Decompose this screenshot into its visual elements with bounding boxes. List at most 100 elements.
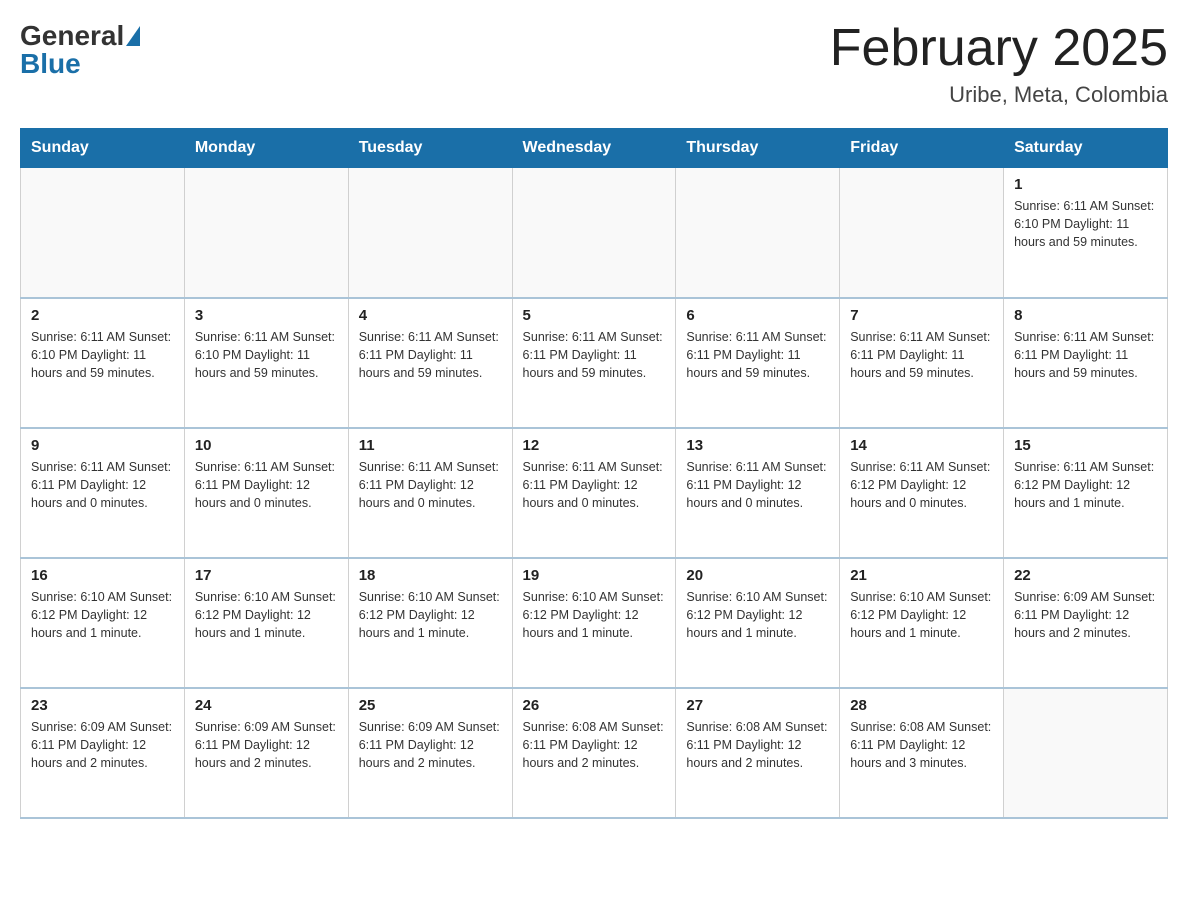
logo-blue-text: Blue [20,48,81,80]
day-info: Sunrise: 6:11 AM Sunset: 6:12 PM Dayligh… [1014,458,1157,512]
calendar-cell: 11 Sunrise: 6:11 AM Sunset: 6:11 PM Dayli… [348,428,512,558]
day-number: 1 [1014,176,1157,193]
calendar-cell: 7 Sunrise: 6:11 AM Sunset: 6:11 PM Daylig… [840,298,1004,428]
calendar-cell: 3 Sunrise: 6:11 AM Sunset: 6:10 PM Daylig… [184,298,348,428]
day-info: Sunrise: 6:10 AM Sunset: 6:12 PM Dayligh… [523,588,666,642]
calendar-cell [676,168,840,298]
calendar-cell: 18 Sunrise: 6:10 AM Sunset: 6:12 PM Dayli… [348,558,512,688]
calendar-cell: 4 Sunrise: 6:11 AM Sunset: 6:11 PM Daylig… [348,298,512,428]
calendar-header-wednesday: Wednesday [512,129,676,168]
day-info: Sunrise: 6:10 AM Sunset: 6:12 PM Dayligh… [359,588,502,642]
calendar-week-row: 1Sunrise: 6:11 AM Sunset: 6:10 PM Daylig… [21,168,1168,298]
location-text: Uribe, Meta, Colombia [830,82,1168,108]
day-info: Sunrise: 6:11 AM Sunset: 6:11 PM Dayligh… [850,328,993,382]
calendar-cell: 5Sunrise: 6:11 AM Sunset: 6:11 PM Daylig… [512,298,676,428]
day-number: 14 [850,437,993,454]
calendar-cell: 26 Sunrise: 6:08 AM Sunset: 6:11 PM Dayli… [512,688,676,818]
calendar-header-saturday: Saturday [1004,129,1168,168]
day-info: Sunrise: 6:11 AM Sunset: 6:11 PM Dayligh… [359,458,502,512]
day-number: 28 [850,697,993,714]
day-number: 15 [1014,437,1157,454]
day-info: Sunrise: 6:08 AM Sunset: 6:11 PM Dayligh… [523,718,666,772]
day-info: Sunrise: 6:10 AM Sunset: 6:12 PM Dayligh… [686,588,829,642]
day-number: 5 [523,307,666,324]
day-info: Sunrise: 6:11 AM Sunset: 6:10 PM Dayligh… [31,328,174,382]
calendar-cell: 12 Sunrise: 6:11 AM Sunset: 6:11 PM Dayli… [512,428,676,558]
calendar-cell: 24 Sunrise: 6:09 AM Sunset: 6:11 PM Dayli… [184,688,348,818]
calendar-cell: 16Sunrise: 6:10 AM Sunset: 6:12 PM Dayli… [21,558,185,688]
calendar-header-friday: Friday [840,129,1004,168]
calendar-cell [512,168,676,298]
calendar-week-row: 23 Sunrise: 6:09 AM Sunset: 6:11 PM Dayli… [21,688,1168,818]
calendar-header-row: SundayMondayTuesdayWednesdayThursdayFrid… [21,129,1168,168]
day-info: Sunrise: 6:10 AM Sunset: 6:12 PM Dayligh… [195,588,338,642]
title-section: February 2025 Uribe, Meta, Colombia [830,20,1168,108]
day-info: Sunrise: 6:11 AM Sunset: 6:11 PM Dayligh… [359,328,502,382]
day-number: 20 [686,567,829,584]
day-info: Sunrise: 6:10 AM Sunset: 6:12 PM Dayligh… [850,588,993,642]
month-title: February 2025 [830,20,1168,77]
day-number: 12 [523,437,666,454]
calendar-cell: 10Sunrise: 6:11 AM Sunset: 6:11 PM Dayli… [184,428,348,558]
calendar-cell: 14 Sunrise: 6:11 AM Sunset: 6:12 PM Dayli… [840,428,1004,558]
calendar-week-row: 9Sunrise: 6:11 AM Sunset: 6:11 PM Daylig… [21,428,1168,558]
day-number: 17 [195,567,338,584]
page-header: General Blue February 2025 Uribe, Meta, … [20,20,1168,108]
day-info: Sunrise: 6:11 AM Sunset: 6:12 PM Dayligh… [850,458,993,512]
calendar-cell: 23 Sunrise: 6:09 AM Sunset: 6:11 PM Dayli… [21,688,185,818]
day-info: Sunrise: 6:08 AM Sunset: 6:11 PM Dayligh… [850,718,993,772]
day-info: Sunrise: 6:11 AM Sunset: 6:11 PM Dayligh… [523,458,666,512]
day-info: Sunrise: 6:09 AM Sunset: 6:11 PM Dayligh… [195,718,338,772]
calendar-cell: 6 Sunrise: 6:11 AM Sunset: 6:11 PM Daylig… [676,298,840,428]
calendar-cell: 25 Sunrise: 6:09 AM Sunset: 6:11 PM Dayli… [348,688,512,818]
day-info: Sunrise: 6:11 AM Sunset: 6:11 PM Dayligh… [686,328,829,382]
calendar-cell: 1Sunrise: 6:11 AM Sunset: 6:10 PM Daylig… [1004,168,1168,298]
calendar-cell: 2Sunrise: 6:11 AM Sunset: 6:10 PM Daylig… [21,298,185,428]
day-number: 10 [195,437,338,454]
day-info: Sunrise: 6:11 AM Sunset: 6:11 PM Dayligh… [31,458,174,512]
calendar-header-tuesday: Tuesday [348,129,512,168]
calendar-header-thursday: Thursday [676,129,840,168]
calendar-cell: 9Sunrise: 6:11 AM Sunset: 6:11 PM Daylig… [21,428,185,558]
day-number: 18 [359,567,502,584]
day-number: 25 [359,697,502,714]
calendar-cell: 21 Sunrise: 6:10 AM Sunset: 6:12 PM Dayli… [840,558,1004,688]
day-number: 21 [850,567,993,584]
day-info: Sunrise: 6:09 AM Sunset: 6:11 PM Dayligh… [31,718,174,772]
logo: General Blue [20,20,142,80]
day-number: 23 [31,697,174,714]
calendar-cell: 15 Sunrise: 6:11 AM Sunset: 6:12 PM Dayli… [1004,428,1168,558]
day-number: 19 [523,567,666,584]
calendar-week-row: 16Sunrise: 6:10 AM Sunset: 6:12 PM Dayli… [21,558,1168,688]
day-number: 6 [686,307,829,324]
calendar-cell [1004,688,1168,818]
calendar-cell [21,168,185,298]
day-number: 8 [1014,307,1157,324]
day-info: Sunrise: 6:11 AM Sunset: 6:11 PM Dayligh… [686,458,829,512]
calendar-cell: 19 Sunrise: 6:10 AM Sunset: 6:12 PM Dayli… [512,558,676,688]
day-number: 4 [359,307,502,324]
day-info: Sunrise: 6:11 AM Sunset: 6:10 PM Dayligh… [195,328,338,382]
calendar-cell: 13 Sunrise: 6:11 AM Sunset: 6:11 PM Dayli… [676,428,840,558]
calendar-cell: 8 Sunrise: 6:11 AM Sunset: 6:11 PM Daylig… [1004,298,1168,428]
day-info: Sunrise: 6:08 AM Sunset: 6:11 PM Dayligh… [686,718,829,772]
day-info: Sunrise: 6:11 AM Sunset: 6:11 PM Dayligh… [1014,328,1157,382]
calendar-header-sunday: Sunday [21,129,185,168]
calendar-cell: 20 Sunrise: 6:10 AM Sunset: 6:12 PM Dayli… [676,558,840,688]
calendar-table: SundayMondayTuesdayWednesdayThursdayFrid… [20,128,1168,819]
calendar-header-monday: Monday [184,129,348,168]
day-number: 3 [195,307,338,324]
day-number: 26 [523,697,666,714]
day-info: Sunrise: 6:10 AM Sunset: 6:12 PM Dayligh… [31,588,174,642]
day-info: Sunrise: 6:09 AM Sunset: 6:11 PM Dayligh… [359,718,502,772]
calendar-cell [184,168,348,298]
logo-triangle-icon [126,26,140,46]
day-number: 11 [359,437,502,454]
calendar-cell: 27 Sunrise: 6:08 AM Sunset: 6:11 PM Dayli… [676,688,840,818]
day-number: 24 [195,697,338,714]
day-number: 27 [686,697,829,714]
day-number: 7 [850,307,993,324]
calendar-cell: 22Sunrise: 6:09 AM Sunset: 6:11 PM Dayli… [1004,558,1168,688]
calendar-cell: 17 Sunrise: 6:10 AM Sunset: 6:12 PM Dayli… [184,558,348,688]
day-number: 13 [686,437,829,454]
